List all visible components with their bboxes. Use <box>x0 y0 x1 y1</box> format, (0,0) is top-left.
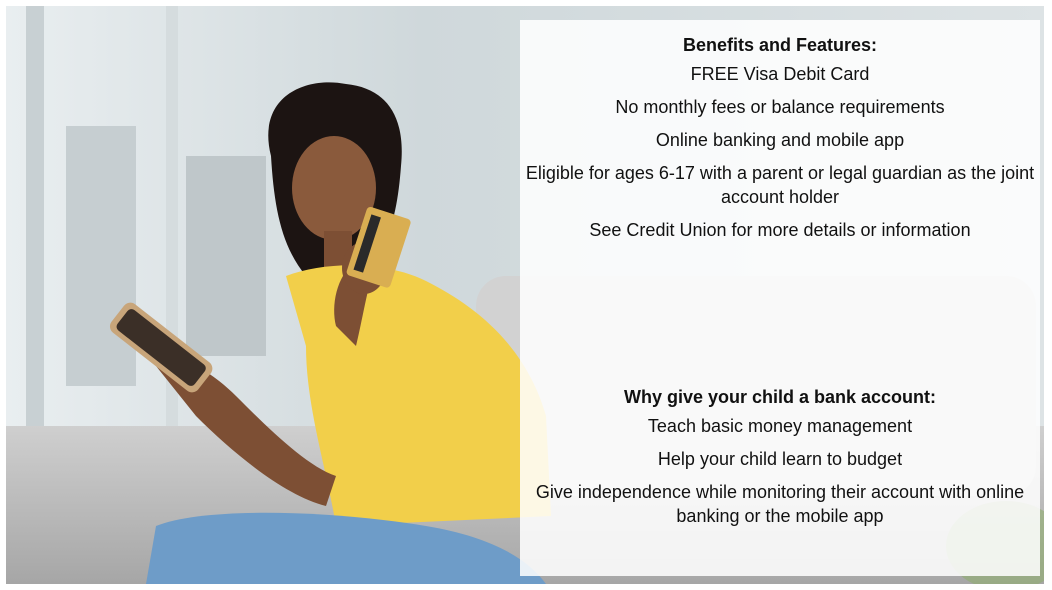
why-item: Help your child learn to budget <box>657 449 903 469</box>
why-item: Give independence while monitoring their… <box>535 482 1025 526</box>
benefits-list: FREE Visa Debit Card No monthly fees or … <box>520 62 1040 251</box>
window-frame <box>26 6 44 426</box>
benefit-item: FREE Visa Debit Card <box>690 64 870 84</box>
building-block <box>186 156 266 356</box>
benefits-heading: Benefits and Features: <box>682 35 878 55</box>
hero-banner: Benefits and Features: FREE Visa Debit C… <box>6 6 1044 584</box>
benefit-item: No monthly fees or balance requirements <box>615 97 945 117</box>
building-block <box>66 126 136 386</box>
why-heading: Why give your child a bank account: <box>623 387 937 407</box>
why-list: Teach basic money management Help your c… <box>520 414 1040 537</box>
info-panel: Benefits and Features: FREE Visa Debit C… <box>520 20 1040 576</box>
why-item: Teach basic money management <box>647 416 913 436</box>
benefit-item: See Credit Union for more details or inf… <box>589 220 971 240</box>
benefit-item: Online banking and mobile app <box>655 130 905 150</box>
benefit-item: Eligible for ages 6-17 with a parent or … <box>525 163 1035 207</box>
